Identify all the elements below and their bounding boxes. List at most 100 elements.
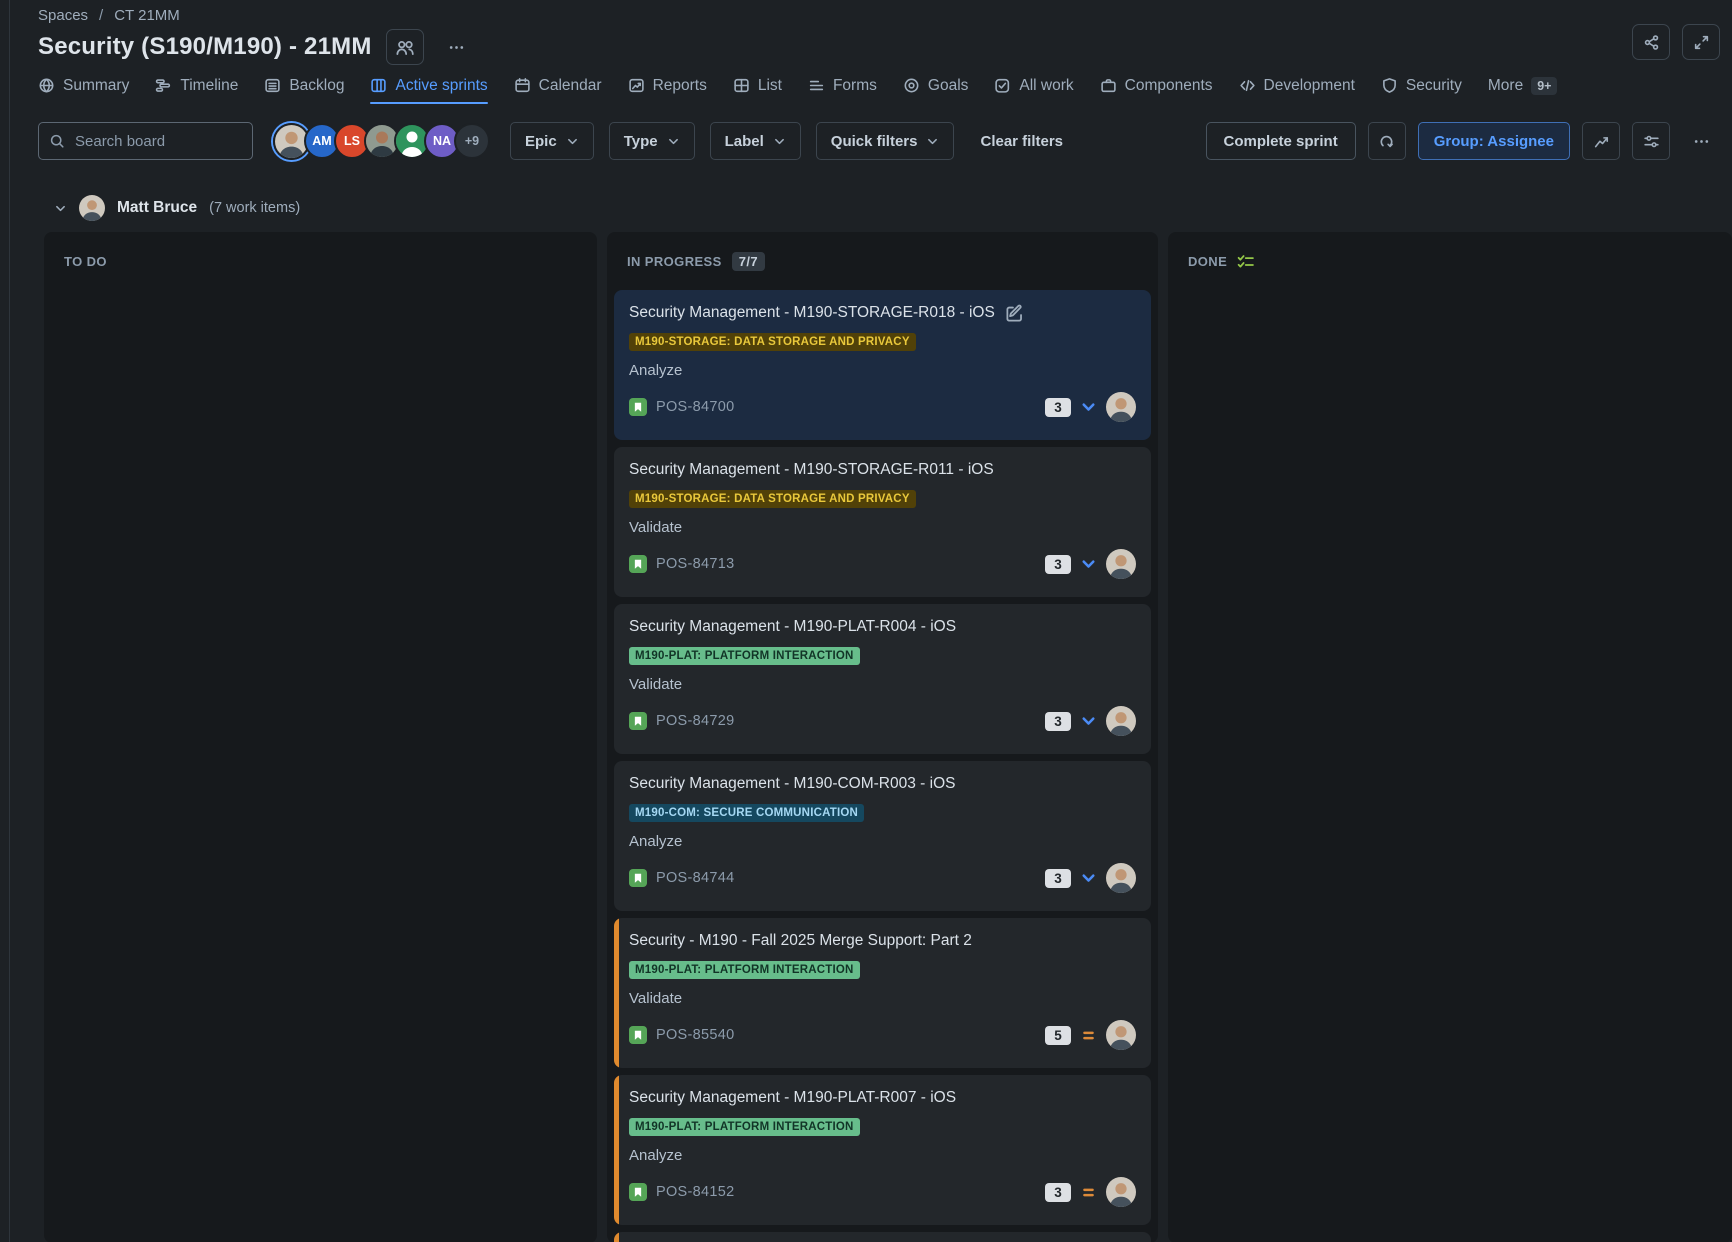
priority-low-icon[interactable] — [1080, 713, 1097, 730]
epic-label[interactable]: M190-PLAT: PLATFORM INTERACTION — [629, 647, 860, 665]
estimate-badge[interactable]: 3 — [1045, 398, 1071, 417]
priority-medium-icon[interactable] — [1080, 1184, 1097, 1201]
reports-icon — [628, 77, 645, 94]
estimate-badge[interactable]: 3 — [1045, 869, 1071, 888]
epic-filter-dropdown[interactable]: Epic — [510, 122, 594, 160]
card-footer: POS-85540 5 — [629, 1020, 1136, 1050]
tab-label: Active sprints — [395, 77, 487, 95]
tab-label: Forms — [833, 77, 877, 95]
due-accent-bar — [614, 1232, 619, 1242]
group-by-button[interactable]: Group: Assignee — [1418, 122, 1570, 160]
issue-key[interactable]: POS-84729 — [656, 713, 734, 729]
estimate-badge[interactable]: 5 — [1045, 1026, 1071, 1045]
breadcrumb-item-spaces[interactable]: Spaces — [38, 7, 88, 24]
issue-key[interactable]: POS-84700 — [656, 399, 734, 415]
group-assignee-name: Matt Bruce — [117, 199, 197, 217]
tab-active-sprints[interactable]: Active sprints — [370, 77, 487, 104]
quick-filters-filter-dropdown[interactable]: Quick filters — [816, 122, 955, 160]
estimate-badge[interactable]: 3 — [1045, 1183, 1071, 1202]
search-input[interactable] — [38, 122, 253, 160]
estimate-badge[interactable]: 3 — [1045, 712, 1071, 731]
title-more-button[interactable] — [438, 29, 476, 65]
card-status: Validate — [629, 519, 1136, 536]
insights-button[interactable] — [1582, 122, 1620, 160]
epic-label[interactable]: M190-COM: SECURE COMMUNICATION — [629, 804, 864, 822]
board-icon — [370, 77, 387, 94]
epic-label[interactable]: M190-PLAT: PLATFORM INTERACTION — [629, 1118, 860, 1136]
priority-low-icon[interactable] — [1080, 870, 1097, 887]
feedback-button[interactable] — [1368, 122, 1406, 160]
card-footer: POS-84152 3 — [629, 1177, 1136, 1207]
view-settings-button[interactable] — [1632, 122, 1670, 160]
card-pos-84152[interactable]: Security Management - M190-PLAT-R007 - i… — [614, 1075, 1151, 1225]
user-avatar-9[interactable]: +9 — [454, 123, 490, 159]
tab-reports[interactable]: Reports — [628, 77, 707, 104]
filter-label: Type — [624, 133, 658, 150]
assignee-avatar[interactable] — [1106, 1020, 1136, 1050]
tab-forms[interactable]: Forms — [808, 77, 877, 104]
card-pos-84729[interactable]: Security Management - M190-PLAT-R004 - i… — [614, 604, 1151, 754]
card-pos-84744[interactable]: Security Management - M190-COM-R003 - iO… — [614, 761, 1151, 911]
goals-icon — [903, 77, 920, 94]
label-filter-dropdown[interactable]: Label — [710, 122, 801, 160]
priority-medium-icon[interactable] — [1080, 1027, 1097, 1044]
chevron-down-icon — [926, 135, 939, 148]
issue-key[interactable]: POS-84713 — [656, 556, 734, 572]
board-more-button[interactable] — [1682, 122, 1720, 160]
collapse-group-chevron-icon[interactable] — [54, 202, 67, 215]
footer-right: 3 — [1045, 392, 1136, 422]
column-done: DONE — [1168, 232, 1732, 1242]
issue-key[interactable]: POS-85540 — [656, 1027, 734, 1043]
tab-backlog[interactable]: Backlog — [264, 77, 344, 104]
share-button[interactable] — [1632, 24, 1670, 60]
assignee-avatar[interactable] — [1106, 549, 1136, 579]
assignee-avatar[interactable] — [1106, 392, 1136, 422]
calendar-icon — [514, 77, 531, 94]
page-title: Security (S190/M190) - 21MM — [38, 33, 372, 61]
tab-summary[interactable]: Summary — [38, 77, 129, 104]
issue-key[interactable]: POS-84744 — [656, 870, 734, 886]
epic-label[interactable]: M190-STORAGE: DATA STORAGE AND PRIVACY — [629, 333, 916, 351]
project-tabs: Summary Timeline Backlog Active sprints Cale… — [38, 76, 1732, 104]
due-accent-bar — [614, 1075, 619, 1225]
assignee-avatar[interactable] — [1106, 863, 1136, 893]
priority-low-icon[interactable] — [1080, 556, 1097, 573]
card-pos-84700[interactable]: Security Management - M190-STORAGE-R018 … — [614, 290, 1151, 440]
toolbar-right: Complete sprint Group: Assignee — [1206, 122, 1720, 160]
tab-list[interactable]: List — [733, 77, 782, 104]
card-partial[interactable] — [614, 1232, 1151, 1242]
edit-summary-button[interactable] — [1005, 304, 1024, 323]
estimate-badge[interactable]: 3 — [1045, 555, 1071, 574]
board-toolbar: AMLSNA+9 Epic Type Label Quick filters Clea… — [38, 122, 1732, 160]
assignee-avatars: AMLSNA+9 — [273, 123, 490, 160]
issue-key[interactable]: POS-84152 — [656, 1184, 734, 1200]
tab-calendar[interactable]: Calendar — [514, 77, 602, 104]
tab-security[interactable]: Security — [1381, 77, 1462, 104]
epic-label[interactable]: M190-PLAT: PLATFORM INTERACTION — [629, 961, 860, 979]
tab-all-work[interactable]: All work — [994, 77, 1073, 104]
chevron-down-icon — [566, 135, 579, 148]
collaborators-button[interactable] — [386, 29, 424, 65]
assignee-avatar[interactable] — [1106, 1177, 1136, 1207]
type-filter-dropdown[interactable]: Type — [609, 122, 695, 160]
fullscreen-button[interactable] — [1682, 24, 1720, 60]
epic-label[interactable]: M190-STORAGE: DATA STORAGE AND PRIVACY — [629, 490, 916, 508]
clear-filters-button[interactable]: Clear filters — [974, 133, 1069, 150]
tab-components[interactable]: Components — [1100, 77, 1213, 104]
assignee-group-header: Matt Bruce (7 work items) — [38, 194, 1732, 222]
tab-development[interactable]: Development — [1239, 77, 1355, 104]
group-work-item-count: (7 work items) — [209, 200, 300, 216]
priority-low-icon[interactable] — [1080, 399, 1097, 416]
card-footer: POS-84713 3 — [629, 549, 1136, 579]
tab-more[interactable]: More9+ — [1488, 77, 1558, 104]
board-app: SpacesCT 21MM Security (S190/M190) - 21M… — [0, 0, 1732, 1242]
card-pos-84713[interactable]: Security Management - M190-STORAGE-R011 … — [614, 447, 1151, 597]
assignee-avatar[interactable] — [1106, 706, 1136, 736]
card-pos-85540[interactable]: Security - M190 - Fall 2025 Merge Suppor… — [614, 918, 1151, 1068]
complete-sprint-button[interactable]: Complete sprint — [1206, 122, 1356, 160]
breadcrumb-item-ct-21mm[interactable]: CT 21MM — [88, 7, 180, 24]
done-checklist-icon — [1237, 253, 1254, 270]
tab-timeline[interactable]: Timeline — [155, 77, 238, 104]
tab-goals[interactable]: Goals — [903, 77, 969, 104]
ellipsis-icon — [1693, 133, 1710, 150]
